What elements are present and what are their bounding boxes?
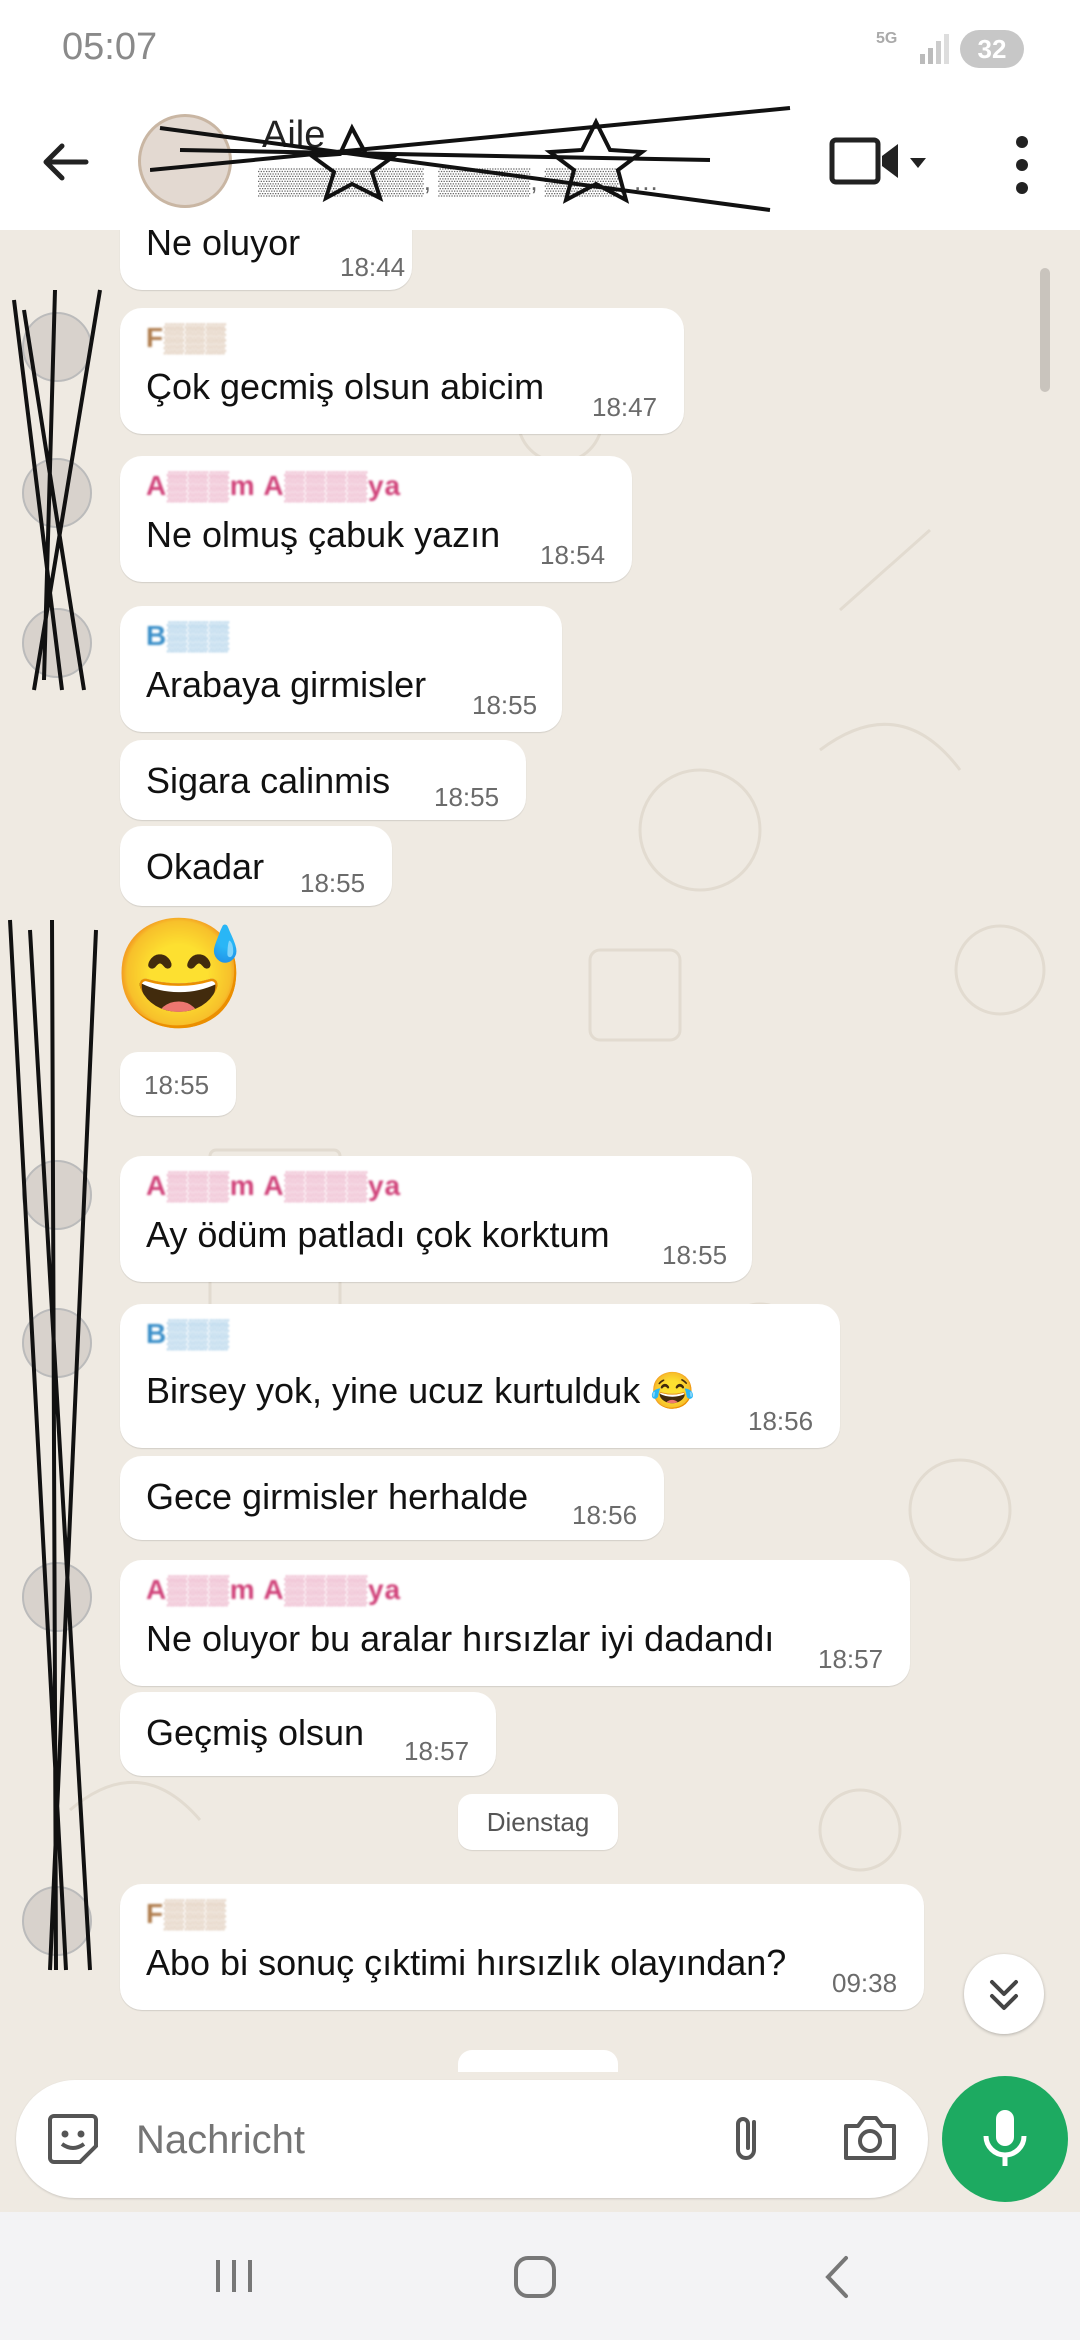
avatar[interactable]	[22, 608, 92, 678]
avatar[interactable]	[22, 1308, 92, 1378]
message-text: Arabaya girmisler	[146, 664, 427, 705]
video-call-icon[interactable]	[826, 134, 946, 194]
message-time: 09:38	[832, 1968, 898, 1998]
emoji-message[interactable]: 😅	[112, 914, 246, 1034]
scroll-down-icon	[990, 1980, 1018, 2010]
status-time: 05:07	[62, 26, 158, 68]
group-members[interactable]: ▒▒▒▒▒▒▒▒▒, ▒▒▒▒▒, ▒▒▒▒, …	[258, 166, 778, 197]
message-time: 18:55	[300, 868, 366, 898]
message-text: Ay ödüm patladı çok korktum	[146, 1214, 610, 1255]
message-text: Okadar	[146, 846, 265, 887]
nav-home-icon[interactable]	[512, 2254, 558, 2300]
message-time: 18:57	[818, 1644, 884, 1674]
group-avatar[interactable]	[138, 114, 232, 208]
message-time: 18:55	[662, 1240, 728, 1270]
message-bubble[interactable]: Gece girmisler herhalde 18:56	[120, 1456, 664, 1540]
sender-name: F▒▒▒	[146, 1898, 227, 1929]
avatar[interactable]	[22, 458, 92, 528]
message-text: Abo bi sonuç çıktimi hırsızlık olayından…	[146, 1942, 787, 1983]
message-bubble[interactable]: B▒▒▒ Birsey yok, yine ucuz kurtulduk 😂 1…	[120, 1304, 840, 1448]
camera-icon[interactable]	[838, 2108, 902, 2168]
sender-name: A▒▒▒m A▒▒▒▒ya	[146, 470, 402, 501]
back-arrow-icon[interactable]	[34, 130, 98, 194]
sender-name: B▒▒▒	[146, 620, 230, 651]
message-bubble[interactable]: F▒▒▒ Abo bi sonuç çıktimi hırsızlık olay…	[120, 1884, 924, 2010]
message-time: 18:44	[340, 252, 406, 282]
message-time: 18:54	[540, 540, 606, 570]
status-bar: 05:07 5G 32	[0, 0, 1080, 100]
message-bubble[interactable]: 18:55	[120, 1052, 236, 1116]
message-bubble[interactable]: Ne oluyor 18:44	[120, 230, 412, 290]
message-text: Birsey yok, yine ucuz kurtulduk 😂	[146, 1370, 696, 1411]
avatar[interactable]	[22, 312, 92, 382]
sender-name: A▒▒▒m A▒▒▒▒ya	[146, 1574, 402, 1605]
system-nav-bar	[0, 2212, 1080, 2340]
mic-button[interactable]	[942, 2076, 1068, 2202]
message-bubble[interactable]: Sigara calinmis 18:55	[120, 740, 526, 820]
message-bubble[interactable]: Geçmiş olsun 18:57	[120, 1692, 496, 1776]
message-time: 18:55	[144, 1070, 210, 1100]
network-indicator: 5G	[876, 30, 898, 47]
message-time: 18:57	[404, 1736, 470, 1766]
mic-icon	[983, 2110, 1027, 2166]
attach-icon[interactable]	[718, 2108, 778, 2168]
message-time: 18:47	[592, 392, 658, 422]
message-composer[interactable]	[16, 2080, 928, 2198]
message-text: Sigara calinmis	[146, 760, 391, 801]
message-bubble[interactable]: A▒▒▒m A▒▒▒▒ya Ne oluyor bu aralar hırsız…	[120, 1560, 910, 1686]
message-list[interactable]: Ne oluyor 18:44 F▒▒▒ Çok gecmiş olsun ab…	[0, 230, 1080, 2072]
nav-back-icon[interactable]	[822, 2254, 852, 2300]
message-text: Ne oluyor	[146, 230, 301, 263]
sender-name: A▒▒▒m A▒▒▒▒ya	[146, 1170, 402, 1201]
message-time: 18:56	[572, 1500, 638, 1530]
scroll-down-button[interactable]	[964, 1954, 1044, 2034]
message-text: Geçmiş olsun	[146, 1712, 365, 1753]
message-time: 18:55	[472, 690, 538, 720]
more-options-icon[interactable]	[1004, 130, 1040, 200]
message-bubble[interactable]: A▒▒▒m A▒▒▒▒ya Ne olmuş çabuk yazın 18:54	[120, 456, 632, 582]
avatar[interactable]	[22, 1160, 92, 1230]
sticker-icon[interactable]	[44, 2110, 102, 2168]
message-text: Ne olmuş çabuk yazın	[146, 514, 501, 555]
redaction-marks	[150, 106, 791, 212]
avatar[interactable]	[22, 1562, 92, 1632]
group-title[interactable]: Aile	[262, 114, 325, 157]
nav-recent-icon[interactable]	[212, 2256, 256, 2296]
date-separator-partial	[458, 2050, 618, 2072]
message-bubble[interactable]: B▒▒▒ Arabaya girmisler 18:55	[120, 606, 562, 732]
chat-header: Aile ▒▒▒▒▒▒▒▒▒, ▒▒▒▒▒, ▒▒▒▒, …	[0, 100, 1080, 230]
sender-name: F▒▒▒	[146, 322, 227, 353]
date-separator: Dienstag	[458, 1794, 618, 1850]
message-bubble[interactable]: F▒▒▒ Çok gecmiş olsun abicim 18:47	[120, 308, 684, 434]
message-text: Ne oluyor bu aralar hırsızlar iyi dadand…	[146, 1618, 775, 1659]
signal-icon	[920, 34, 949, 64]
sender-name: B▒▒▒	[146, 1318, 230, 1349]
scrollbar-thumb[interactable]	[1040, 268, 1050, 392]
message-bubble[interactable]: Okadar 18:55	[120, 826, 392, 906]
message-input[interactable]	[134, 2106, 698, 2174]
battery-indicator: 32	[960, 30, 1024, 68]
message-time: 18:56	[748, 1406, 814, 1436]
message-text: Gece girmisler herhalde	[146, 1476, 529, 1517]
avatar[interactable]	[22, 1886, 92, 1956]
message-text: Çok gecmiş olsun abicim	[146, 366, 545, 407]
message-time: 18:55	[434, 782, 500, 812]
message-bubble[interactable]: A▒▒▒m A▒▒▒▒ya Ay ödüm patladı çok korktu…	[120, 1156, 752, 1282]
